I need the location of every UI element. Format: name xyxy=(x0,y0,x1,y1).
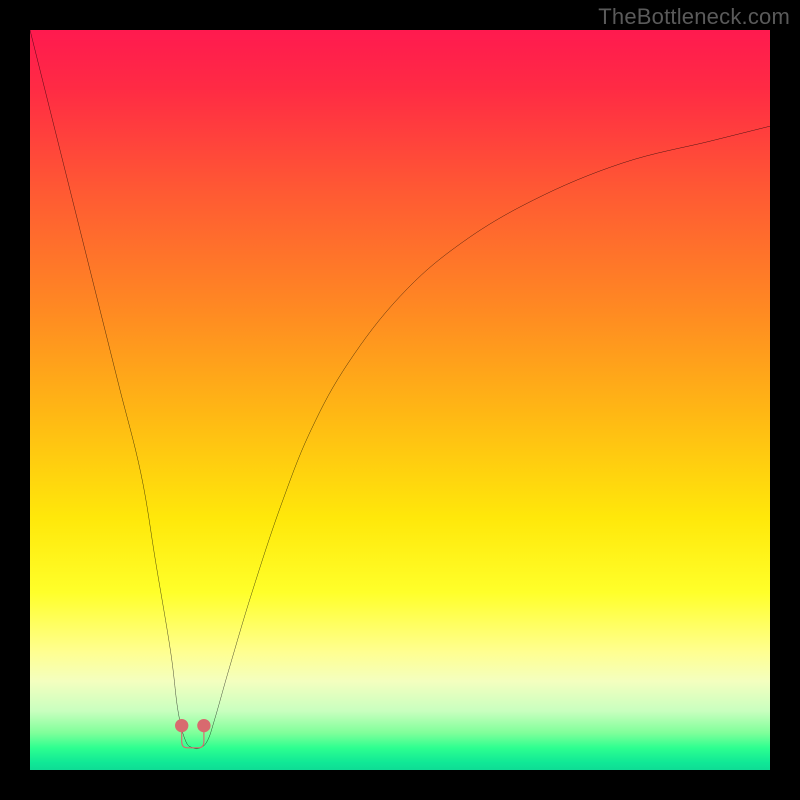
u-marker-dot-right xyxy=(197,719,210,732)
u-marker xyxy=(175,719,211,748)
bottleneck-curve xyxy=(30,30,770,749)
watermark-text: TheBottleneck.com xyxy=(598,4,790,30)
plot-area xyxy=(30,30,770,770)
u-marker-dot-left xyxy=(175,719,188,732)
curve-path xyxy=(30,30,770,749)
chart-svg xyxy=(30,30,770,770)
chart-frame: TheBottleneck.com xyxy=(0,0,800,800)
